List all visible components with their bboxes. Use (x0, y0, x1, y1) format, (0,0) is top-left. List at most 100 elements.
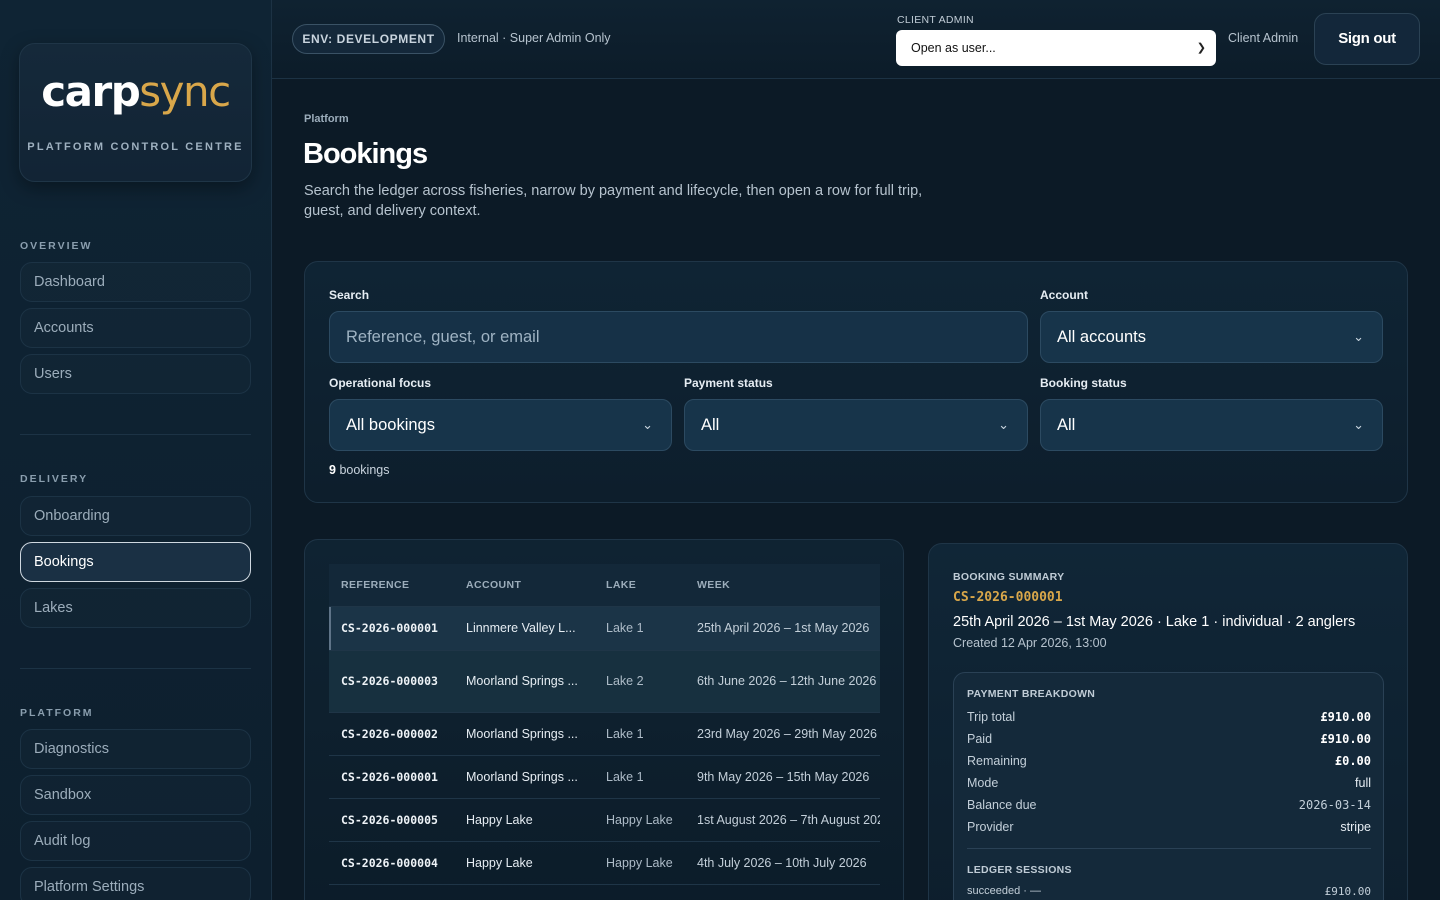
booking-status-value: All (1057, 416, 1076, 434)
payment-row-remaining: Remaining £0.00 (967, 754, 1371, 768)
payment-breakdown-card: PAYMENT BREAKDOWN Trip total £910.00 Paid… (953, 672, 1384, 900)
client-admin-name: Client Admin (1228, 31, 1299, 45)
cell-lake: Lake 1 (606, 770, 644, 784)
sidebar-item-bookings[interactable]: Bookings (20, 542, 251, 582)
chevron-down-icon: ⌄ (1353, 329, 1364, 344)
open-as-user-select[interactable]: Open as user... ❯ (896, 30, 1216, 66)
table-row[interactable] (329, 884, 880, 900)
sign-out-button[interactable]: Sign out (1314, 13, 1420, 65)
focus-label: Operational focus (329, 376, 432, 390)
focus-select[interactable]: All bookings ⌄ (329, 399, 672, 451)
cell-account: Happy Lake (466, 856, 533, 870)
nav-divider (20, 434, 251, 435)
cell-lake: Lake 2 (606, 674, 644, 688)
table-row[interactable]: CS-2026-000003 Moorland Springs ... Lake… (329, 650, 880, 712)
summary-trip: 25th April 2026 – 1st May 2026 · Lake 1 … (953, 614, 1356, 630)
sidebar-item-accounts[interactable]: Accounts (20, 308, 251, 348)
cell-account: Linnmere Valley L... (466, 621, 576, 635)
column-header-lake[interactable]: LAKE (606, 579, 636, 591)
cell-week: 25th April 2026 – 1st May 2026 (697, 621, 870, 635)
divider (967, 848, 1371, 849)
client-admin-label: CLIENT ADMIN (897, 14, 974, 26)
search-input[interactable]: Reference, guest, or email (329, 311, 1028, 363)
payment-row-mode: Mode full (967, 776, 1371, 790)
summary-created: Created 12 Apr 2026, 13:00 (953, 636, 1107, 650)
payment-row-balance-due: Balance due 2026-03-14 (967, 798, 1371, 812)
sidebar-item-users[interactable]: Users (20, 354, 251, 394)
nav-section-platform: PLATFORM (20, 707, 94, 719)
env-note: Internal · Super Admin Only (457, 31, 611, 45)
cell-week: 4th July 2026 – 10th July 2026 (697, 856, 867, 870)
account-label: Account (1040, 288, 1088, 302)
cell-account: Moorland Springs ... (466, 770, 578, 784)
column-header-account[interactable]: ACCOUNT (466, 579, 521, 591)
payment-status-label: Payment status (684, 376, 773, 390)
cell-lake: Lake 1 (606, 621, 644, 635)
payment-breakdown-title: PAYMENT BREAKDOWN (967, 688, 1096, 700)
table-header: REFERENCE ACCOUNT LAKE WEEK (329, 564, 880, 606)
cell-reference: CS-2026-000001 (341, 770, 438, 784)
sidebar: carpsync PLATFORM CONTROL CENTRE OVERVIE… (0, 0, 272, 900)
chevron-down-icon: ⌄ (998, 417, 1009, 432)
cell-reference: CS-2026-000003 (341, 674, 438, 688)
table-row[interactable]: CS-2026-000002 Moorland Springs ... Lake… (329, 712, 880, 755)
breadcrumb[interactable]: Platform (304, 113, 349, 125)
chevron-down-icon: ⌄ (1353, 417, 1364, 432)
brand-logo: carpsync (41, 67, 231, 116)
summary-label: BOOKING SUMMARY (953, 571, 1065, 583)
summary-reference: CS-2026-000001 (953, 590, 1063, 605)
sidebar-item-lakes[interactable]: Lakes (20, 588, 251, 628)
page-title: Bookings (303, 138, 428, 170)
cell-account: Happy Lake (466, 813, 533, 827)
cell-account: Moorland Springs ... (466, 674, 578, 688)
cell-reference: CS-2026-000001 (341, 621, 438, 635)
results-count: 9 bookings (329, 463, 390, 477)
account-select-value: All accounts (1057, 328, 1146, 346)
booking-summary-panel: BOOKING SUMMARY CS-2026-000001 25th Apri… (928, 543, 1408, 900)
chevron-down-icon: ⌄ (642, 417, 653, 432)
sidebar-item-onboarding[interactable]: Onboarding (20, 496, 251, 536)
cell-account: Moorland Springs ... (466, 727, 578, 741)
cell-week: 23rd May 2026 – 29th May 2026 (697, 727, 877, 741)
booking-status-label: Booking status (1040, 376, 1127, 390)
page-description: Search the ledger across fisheries, narr… (304, 183, 923, 219)
focus-select-value: All bookings (346, 416, 435, 434)
table-row[interactable]: CS-2026-000001 Linnmere Valley L... Lake… (329, 606, 880, 650)
cell-lake: Lake 1 (606, 727, 644, 741)
sidebar-item-platform-settings[interactable]: Platform Settings (20, 867, 251, 900)
filters-card: Search Reference, guest, or email Accoun… (304, 261, 1408, 503)
account-select[interactable]: All accounts ⌄ (1040, 311, 1383, 363)
ledger-sessions-title: LEDGER SESSIONS (967, 864, 1072, 876)
table-row[interactable]: CS-2026-000005 Happy Lake Happy Lake 1st… (329, 798, 880, 841)
column-header-reference[interactable]: REFERENCE (341, 579, 409, 591)
cell-week: 6th June 2026 – 12th June 2026 (697, 674, 877, 688)
top-bar: ENV: DEVELOPMENT Internal · Super Admin … (272, 0, 1440, 79)
bookings-table-panel: REFERENCE ACCOUNT LAKE WEEK CS-2026-0000… (304, 539, 904, 900)
column-header-week[interactable]: WEEK (697, 579, 730, 591)
brand-card[interactable]: carpsync PLATFORM CONTROL CENTRE (19, 43, 252, 182)
bookings-table: REFERENCE ACCOUNT LAKE WEEK CS-2026-0000… (329, 564, 880, 900)
cell-week: 9th May 2026 – 15th May 2026 (697, 770, 870, 784)
sidebar-item-dashboard[interactable]: Dashboard (20, 262, 251, 302)
sidebar-item-sandbox[interactable]: Sandbox (20, 775, 251, 815)
cell-reference: CS-2026-000005 (341, 813, 438, 827)
env-badge: ENV: DEVELOPMENT (292, 24, 445, 54)
nav-section-delivery: DELIVERY (20, 473, 89, 485)
payment-row-provider: Provider stripe (967, 820, 1371, 834)
search-label: Search (329, 288, 370, 302)
payment-status-value: All (701, 416, 720, 434)
cell-lake: Happy Lake (606, 856, 673, 870)
nav-section-overview: OVERVIEW (20, 240, 93, 252)
sidebar-item-audit-log[interactable]: Audit log (20, 821, 251, 861)
booking-status-select[interactable]: All ⌄ (1040, 399, 1383, 451)
table-row[interactable]: CS-2026-000004 Happy Lake Happy Lake 4th… (329, 841, 880, 884)
cell-reference: CS-2026-000002 (341, 727, 438, 741)
table-row[interactable]: CS-2026-000001 Moorland Springs ... Lake… (329, 755, 880, 798)
payment-row-paid: Paid £910.00 (967, 732, 1371, 746)
chevron-down-icon: ❯ (1196, 42, 1206, 54)
cell-week: 1st August 2026 – 7th August 2026 (697, 813, 880, 827)
open-as-user-value: Open as user... (911, 41, 996, 55)
brand-subtitle: PLATFORM CONTROL CENTRE (27, 141, 244, 153)
sidebar-item-diagnostics[interactable]: Diagnostics (20, 729, 251, 769)
payment-status-select[interactable]: All ⌄ (684, 399, 1028, 451)
